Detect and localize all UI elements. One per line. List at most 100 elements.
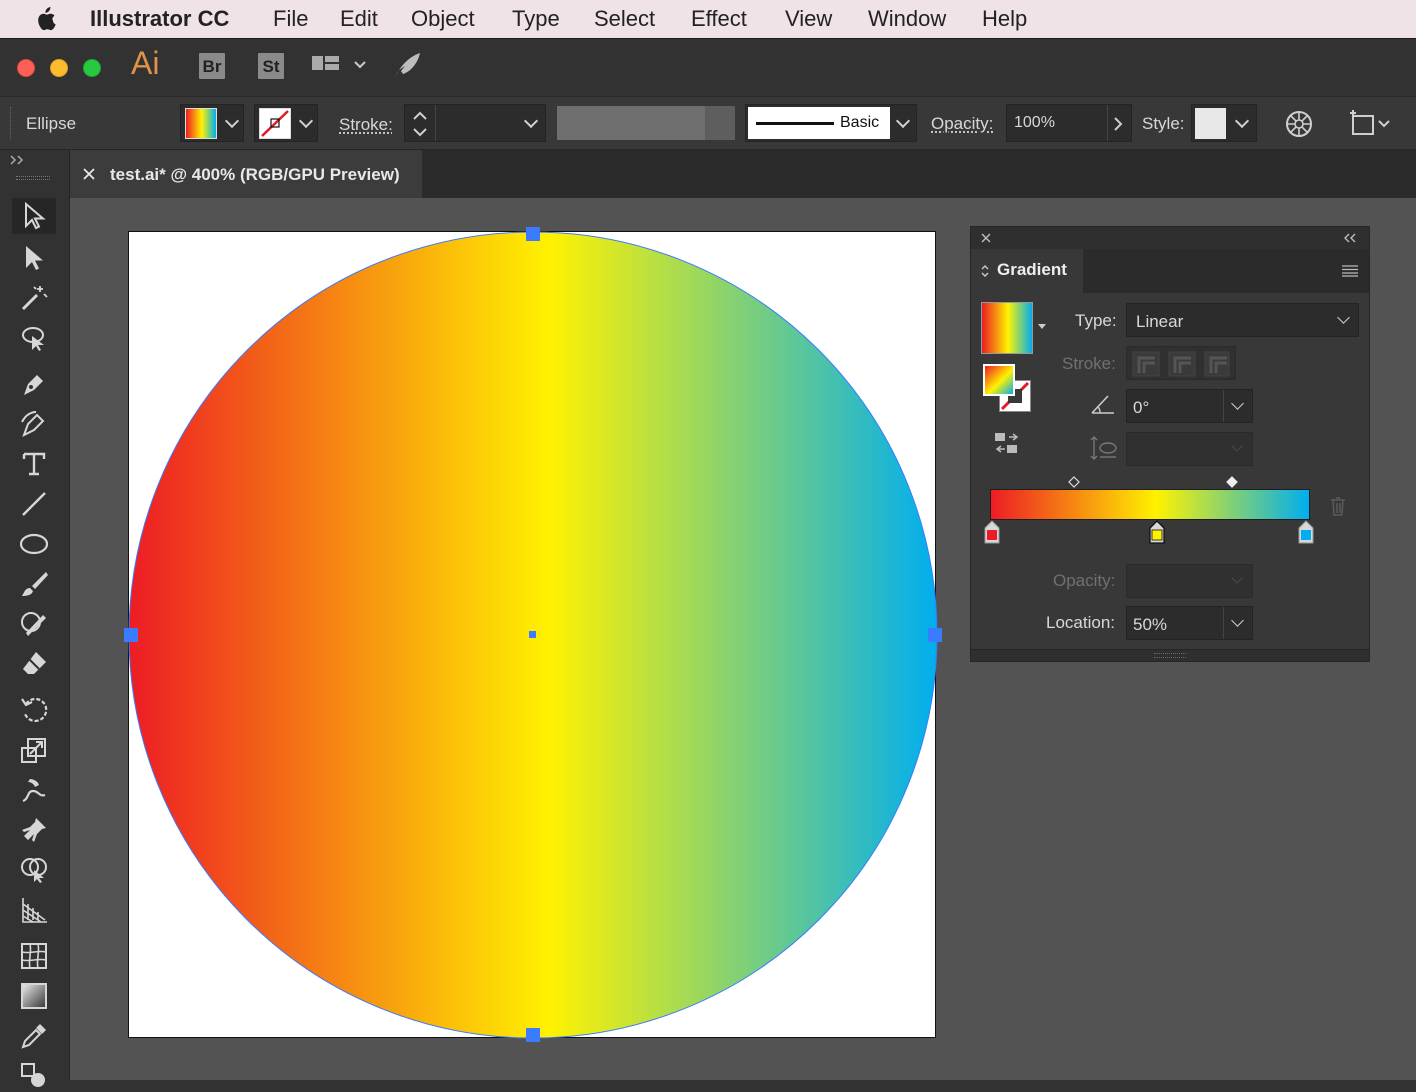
shape-builder-tool[interactable] <box>12 852 56 888</box>
stroke-weight-field[interactable] <box>404 104 546 142</box>
gradient-swatch[interactable] <box>981 302 1033 354</box>
zoom-window-button[interactable] <box>83 59 101 77</box>
document-tab-bar: test.ai* @ 400% (RGB/GPU Preview) <box>70 150 1416 198</box>
reverse-gradient-icon[interactable] <box>993 431 1021 455</box>
chevron-right-icon[interactable] <box>1113 117 1123 131</box>
fill-indicator[interactable] <box>983 364 1015 396</box>
shaper-tool-icon <box>21 612 46 636</box>
blend-tool[interactable] <box>12 1056 56 1092</box>
selection-handle-left[interactable] <box>124 628 138 642</box>
brush-definition-dropdown[interactable]: Basic <box>745 104 917 142</box>
gradient-stop-yellow[interactable] <box>1149 520 1165 544</box>
menu-view[interactable]: View <box>785 6 832 32</box>
mesh-tool[interactable] <box>12 938 56 974</box>
collapse-panel-icon[interactable] <box>1343 233 1357 243</box>
caret-down-icon[interactable] <box>1037 323 1047 331</box>
line-segment-tool[interactable] <box>12 486 56 522</box>
angle-icon <box>1091 395 1114 414</box>
selection-handle-bottom[interactable] <box>526 1028 540 1042</box>
magic-wand-tool[interactable] <box>12 280 56 316</box>
puppet-warp-tool[interactable] <box>12 812 56 848</box>
chevron-down-icon <box>1337 311 1350 324</box>
stepper-icon[interactable] <box>411 109 429 139</box>
paintbrush-tool[interactable] <box>12 566 56 602</box>
center-point[interactable] <box>529 631 536 638</box>
gradient-tab[interactable]: Gradient <box>971 249 1083 293</box>
apple-icon[interactable] <box>34 7 56 31</box>
perspective-grid-tool[interactable] <box>12 892 56 928</box>
close-icon[interactable] <box>83 168 95 180</box>
direct-selection-tool[interactable] <box>12 240 56 276</box>
eyedropper-tool[interactable] <box>12 1018 56 1054</box>
curvature-tool[interactable] <box>12 406 56 442</box>
gradient-type-dropdown[interactable]: Linear <box>1126 303 1359 337</box>
control-bar-gripper[interactable] <box>10 107 13 139</box>
angle-value[interactable]: 0° <box>1133 398 1149 418</box>
perspective-grid-tool-icon <box>22 898 47 923</box>
selection-handle-top[interactable] <box>526 227 540 241</box>
midpoint-diamond-left[interactable] <box>1068 476 1080 488</box>
close-window-button[interactable] <box>17 59 35 77</box>
fill-color-dropdown[interactable] <box>180 104 244 142</box>
bridge-button[interactable]: Br <box>199 53 225 79</box>
menu-effect[interactable]: Effect <box>691 6 747 32</box>
gradient-tool[interactable] <box>12 978 56 1014</box>
expand-panel-icon[interactable] <box>9 154 25 166</box>
fill-stroke-indicator[interactable] <box>983 364 1033 414</box>
artboard[interactable] <box>124 227 942 1042</box>
opacity-label[interactable]: Opacity: <box>931 114 993 134</box>
chevron-down-icon <box>523 113 539 129</box>
graphic-style-dropdown[interactable] <box>1191 104 1257 142</box>
menu-select[interactable]: Select <box>594 6 655 32</box>
transform-options-icon[interactable] <box>1349 109 1393 139</box>
panel-header[interactable] <box>971 227 1369 249</box>
aspect-ratio-icon <box>1090 436 1117 460</box>
selection-tool[interactable] <box>12 198 56 234</box>
panel-menu-icon[interactable] <box>1341 265 1359 277</box>
angle-field[interactable]: 0° <box>1126 389 1253 423</box>
gradient-type-value: Linear <box>1136 312 1184 331</box>
rotate-tool[interactable] <box>12 692 56 728</box>
panel-resize-handle[interactable] <box>971 649 1369 661</box>
app-menu[interactable]: Illustrator CC <box>90 6 229 32</box>
menu-type[interactable]: Type <box>512 6 560 32</box>
document-tab[interactable]: test.ai* @ 400% (RGB/GPU Preview) <box>70 150 422 198</box>
shaper-tool[interactable] <box>12 606 56 642</box>
recolor-artwork-icon[interactable] <box>1284 109 1314 139</box>
gradient-stop-red[interactable] <box>984 520 1000 544</box>
mac-menu-bar: Illustrator CC File Edit Object Type Sel… <box>0 0 1416 38</box>
location-value[interactable]: 50% <box>1133 615 1167 635</box>
toolbar-gripper[interactable] <box>16 176 50 180</box>
menu-object[interactable]: Object <box>411 6 475 32</box>
lasso-tool[interactable] <box>12 320 56 356</box>
menu-window[interactable]: Window <box>868 6 946 32</box>
arrange-documents-icon[interactable] <box>311 55 367 77</box>
gradient-slider[interactable] <box>990 489 1310 520</box>
feather-icon[interactable] <box>392 51 422 79</box>
location-field[interactable]: 50% <box>1126 606 1253 640</box>
menu-edit[interactable]: Edit <box>340 6 378 32</box>
opacity-value[interactable]: 100% <box>1014 114 1055 132</box>
eraser-tool[interactable] <box>12 646 56 682</box>
minimize-window-button[interactable] <box>50 59 68 77</box>
selection-handle-right[interactable] <box>928 628 942 642</box>
curvature-tool-icon <box>21 411 45 438</box>
midpoint-diamond-right[interactable] <box>1226 476 1238 488</box>
menu-file[interactable]: File <box>273 6 308 32</box>
menu-help[interactable]: Help <box>982 6 1027 32</box>
gradient-stop-blue[interactable] <box>1298 520 1314 544</box>
ellipse-tool[interactable] <box>12 526 56 562</box>
warp-tool[interactable] <box>12 772 56 808</box>
type-tool[interactable] <box>12 446 56 482</box>
scale-tool[interactable] <box>12 732 56 768</box>
trash-icon[interactable] <box>1329 496 1347 516</box>
stroke-label[interactable]: Stroke: <box>339 115 393 135</box>
opacity-field[interactable]: 100% <box>1006 104 1132 142</box>
gradient-tool-icon <box>21 983 47 1009</box>
stock-button[interactable]: St <box>258 53 284 79</box>
type-label: Type: <box>1075 311 1117 330</box>
close-icon[interactable] <box>981 233 991 243</box>
variable-width-profile-dropdown[interactable] <box>557 106 735 140</box>
stroke-color-dropdown[interactable] <box>254 104 318 142</box>
pen-tool[interactable] <box>12 366 56 402</box>
